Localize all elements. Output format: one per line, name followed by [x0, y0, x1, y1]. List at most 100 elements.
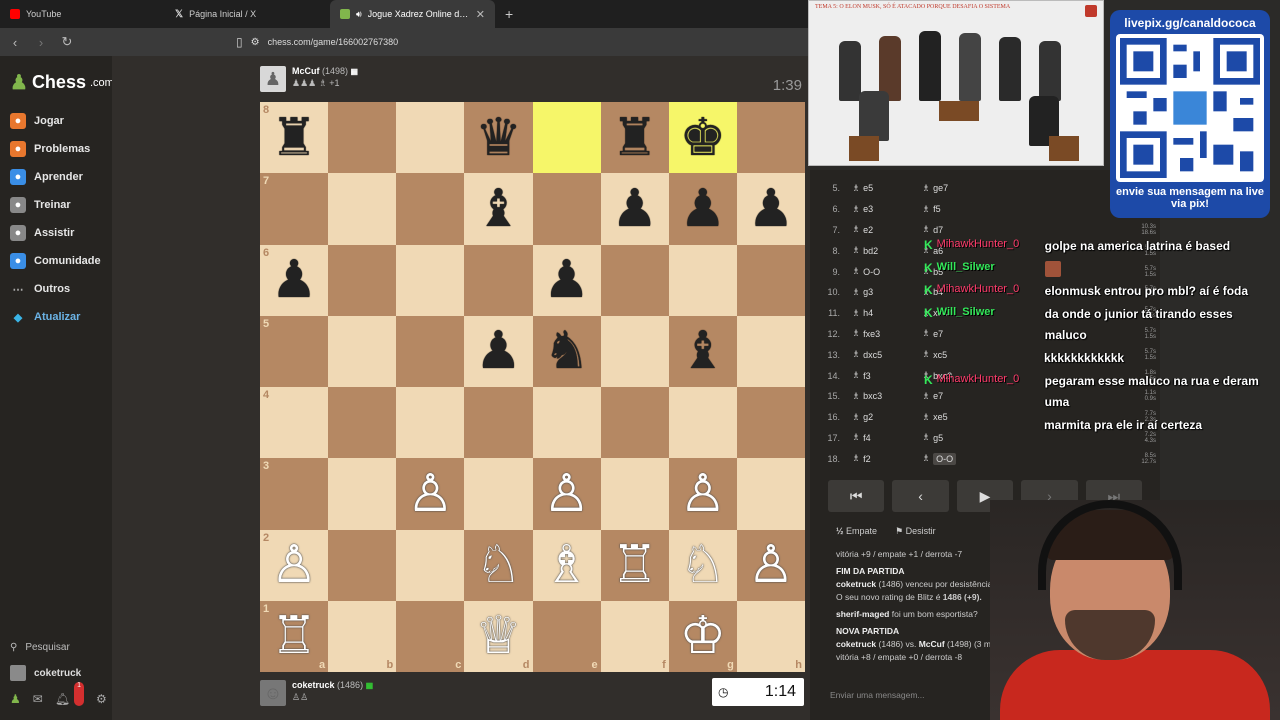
chat-input[interactable]: Enviar uma mensagem... [830, 690, 924, 700]
square-f7[interactable]: ♟ [600, 173, 669, 245]
resign-button[interactable]: ⚑ Desistir [895, 526, 936, 537]
square-c6[interactable] [396, 244, 465, 316]
square-e4[interactable] [532, 387, 601, 459]
sidebar-item-comunidade[interactable]: ● Comunidade [0, 247, 112, 275]
square-b5[interactable] [328, 315, 397, 387]
url-field[interactable]: chess.com/game/166002767380 [268, 37, 399, 47]
sidebar-item-aprender[interactable]: ● Aprender [0, 163, 112, 191]
white-move[interactable]: ♗ e2 [852, 224, 922, 235]
chess-piece[interactable]: ♚ [680, 112, 727, 164]
square-f4[interactable] [600, 387, 669, 459]
square-e6[interactable]: ♟ [532, 244, 601, 316]
chess-piece[interactable]: ♜ [611, 112, 658, 164]
chess-piece[interactable]: ♟ [271, 254, 318, 306]
square-d1[interactable]: ♕ d [464, 600, 533, 672]
chess-piece[interactable]: ♖ [271, 610, 318, 662]
chess-piece[interactable]: ♟ [543, 254, 590, 306]
square-e8[interactable] [532, 102, 601, 174]
reload-icon[interactable]: ↻ [60, 34, 74, 50]
white-move[interactable]: ♗ bxc3 [852, 391, 922, 402]
square-b1[interactable]: b [328, 600, 397, 672]
end-user[interactable]: coketruck [836, 579, 876, 589]
first-move-button[interactable]: ⏮ [828, 480, 885, 512]
square-g3[interactable]: ♙ [668, 458, 737, 530]
square-g5[interactable]: ♝ [668, 315, 737, 387]
square-b7[interactable] [328, 173, 397, 245]
square-e5[interactable]: ♞ [532, 315, 601, 387]
tab-x[interactable]: 𝕏 Página Inicial / X [165, 0, 330, 28]
bookmark-icon[interactable]: ▯ [236, 35, 243, 49]
square-a6[interactable]: ♟ 6 [260, 244, 329, 316]
square-b6[interactable] [328, 244, 397, 316]
square-h1[interactable]: h [736, 600, 805, 672]
square-c4[interactable] [396, 387, 465, 459]
chess-piece[interactable]: ♙ [748, 539, 795, 591]
sidebar-item-jogar[interactable]: ● Jogar [0, 107, 112, 135]
sidebar-item-treinar[interactable]: ● Treinar [0, 191, 112, 219]
square-f3[interactable] [600, 458, 669, 530]
chess-piece[interactable]: ♞ [543, 325, 590, 377]
square-d2[interactable]: ♘ [464, 529, 533, 601]
new-tab-button[interactable]: + [495, 6, 523, 22]
chess-piece[interactable]: ♙ [543, 468, 590, 520]
chess-piece[interactable]: ♛ [475, 112, 522, 164]
white-move[interactable]: ♗ e3 [852, 204, 922, 215]
square-c2[interactable] [396, 529, 465, 601]
forward-icon[interactable]: › [34, 35, 48, 50]
white-move[interactable]: ♗ O-O [852, 266, 922, 277]
mail-icon[interactable]: ✉ [33, 692, 43, 706]
square-e2[interactable]: ♗ [532, 529, 601, 601]
sidebar-item-problemas[interactable]: ● Problemas [0, 135, 112, 163]
sidebar-item-outros[interactable]: ⋯ Outros [0, 275, 112, 303]
square-f2[interactable]: ♖ [600, 529, 669, 601]
square-h5[interactable] [736, 315, 805, 387]
chess-piece[interactable]: ♙ [680, 468, 727, 520]
new-opp[interactable]: McCuf [919, 639, 945, 649]
square-f1[interactable]: f [600, 600, 669, 672]
square-b8[interactable] [328, 102, 397, 174]
square-d5[interactable]: ♟ [464, 315, 533, 387]
square-d7[interactable]: ♝ [464, 173, 533, 245]
profile-link[interactable]: coketruck [0, 660, 112, 686]
square-a5[interactable]: 5 [260, 315, 329, 387]
black-move[interactable]: ♗ d7 [922, 224, 992, 235]
chess-piece[interactable]: ♝ [475, 183, 522, 235]
chess-piece[interactable]: ♖ [611, 539, 658, 591]
bell-icon[interactable]: 🔔︎ [55, 692, 70, 706]
square-d3[interactable] [464, 458, 533, 530]
user-avatar[interactable]: ☺ [260, 680, 286, 706]
white-move[interactable]: ♗ f3 [852, 370, 922, 381]
square-b4[interactable] [328, 387, 397, 459]
chess-piece[interactable]: ♔ [680, 610, 727, 662]
close-icon[interactable]: ✕ [476, 8, 485, 21]
black-move[interactable]: ♗ O-O [922, 452, 992, 465]
square-e3[interactable]: ♙ [532, 458, 601, 530]
white-move[interactable]: ♗ h4 [852, 308, 922, 319]
chess-piece[interactable]: ♟ [611, 183, 658, 235]
square-h4[interactable] [736, 387, 805, 459]
square-f5[interactable] [600, 315, 669, 387]
square-h2[interactable]: ♙ [736, 529, 805, 601]
tab-chess[interactable]: 🔊︎ Jogue Xadrez Online de GRA ✕ [330, 0, 495, 28]
square-c5[interactable] [396, 315, 465, 387]
speaker-icon[interactable]: 🔊︎ [356, 9, 362, 20]
chess-piece[interactable]: ♟ [475, 325, 522, 377]
square-e7[interactable] [532, 173, 601, 245]
square-g1[interactable]: ♔ g [668, 600, 737, 672]
square-a7[interactable]: 7 [260, 173, 329, 245]
chess-board[interactable]: ♜ 8 ♛ ♜ ♚ 7 ♝ ♟ ♟ ♟ ♟ 6 ♟ 5 ♟ ♞ ♝ 4 3 ♙ ♙ ♙ ♙ 2 ♘ ♗ ♖ ♘ ♙ ♖ 1 a b c ♕ d e f ♔ g… [260, 102, 805, 672]
site-info-icon[interactable]: ⚙ [251, 37, 260, 48]
back-icon[interactable]: ‹ [8, 35, 22, 50]
white-move[interactable]: ♗ dxc5 [852, 349, 922, 360]
black-move[interactable]: ♗ ge7 [922, 183, 992, 194]
square-b2[interactable] [328, 529, 397, 601]
square-c3[interactable]: ♙ [396, 458, 465, 530]
square-c7[interactable] [396, 173, 465, 245]
prev-move-button[interactable]: ‹ [892, 480, 949, 512]
square-c8[interactable] [396, 102, 465, 174]
friends-icon[interactable]: ♟ [10, 692, 21, 706]
settings-icon[interactable]: ⚙ [96, 692, 107, 706]
square-g2[interactable]: ♘ [668, 529, 737, 601]
draw-button[interactable]: ½ Empate [836, 526, 877, 537]
square-h6[interactable] [736, 244, 805, 316]
